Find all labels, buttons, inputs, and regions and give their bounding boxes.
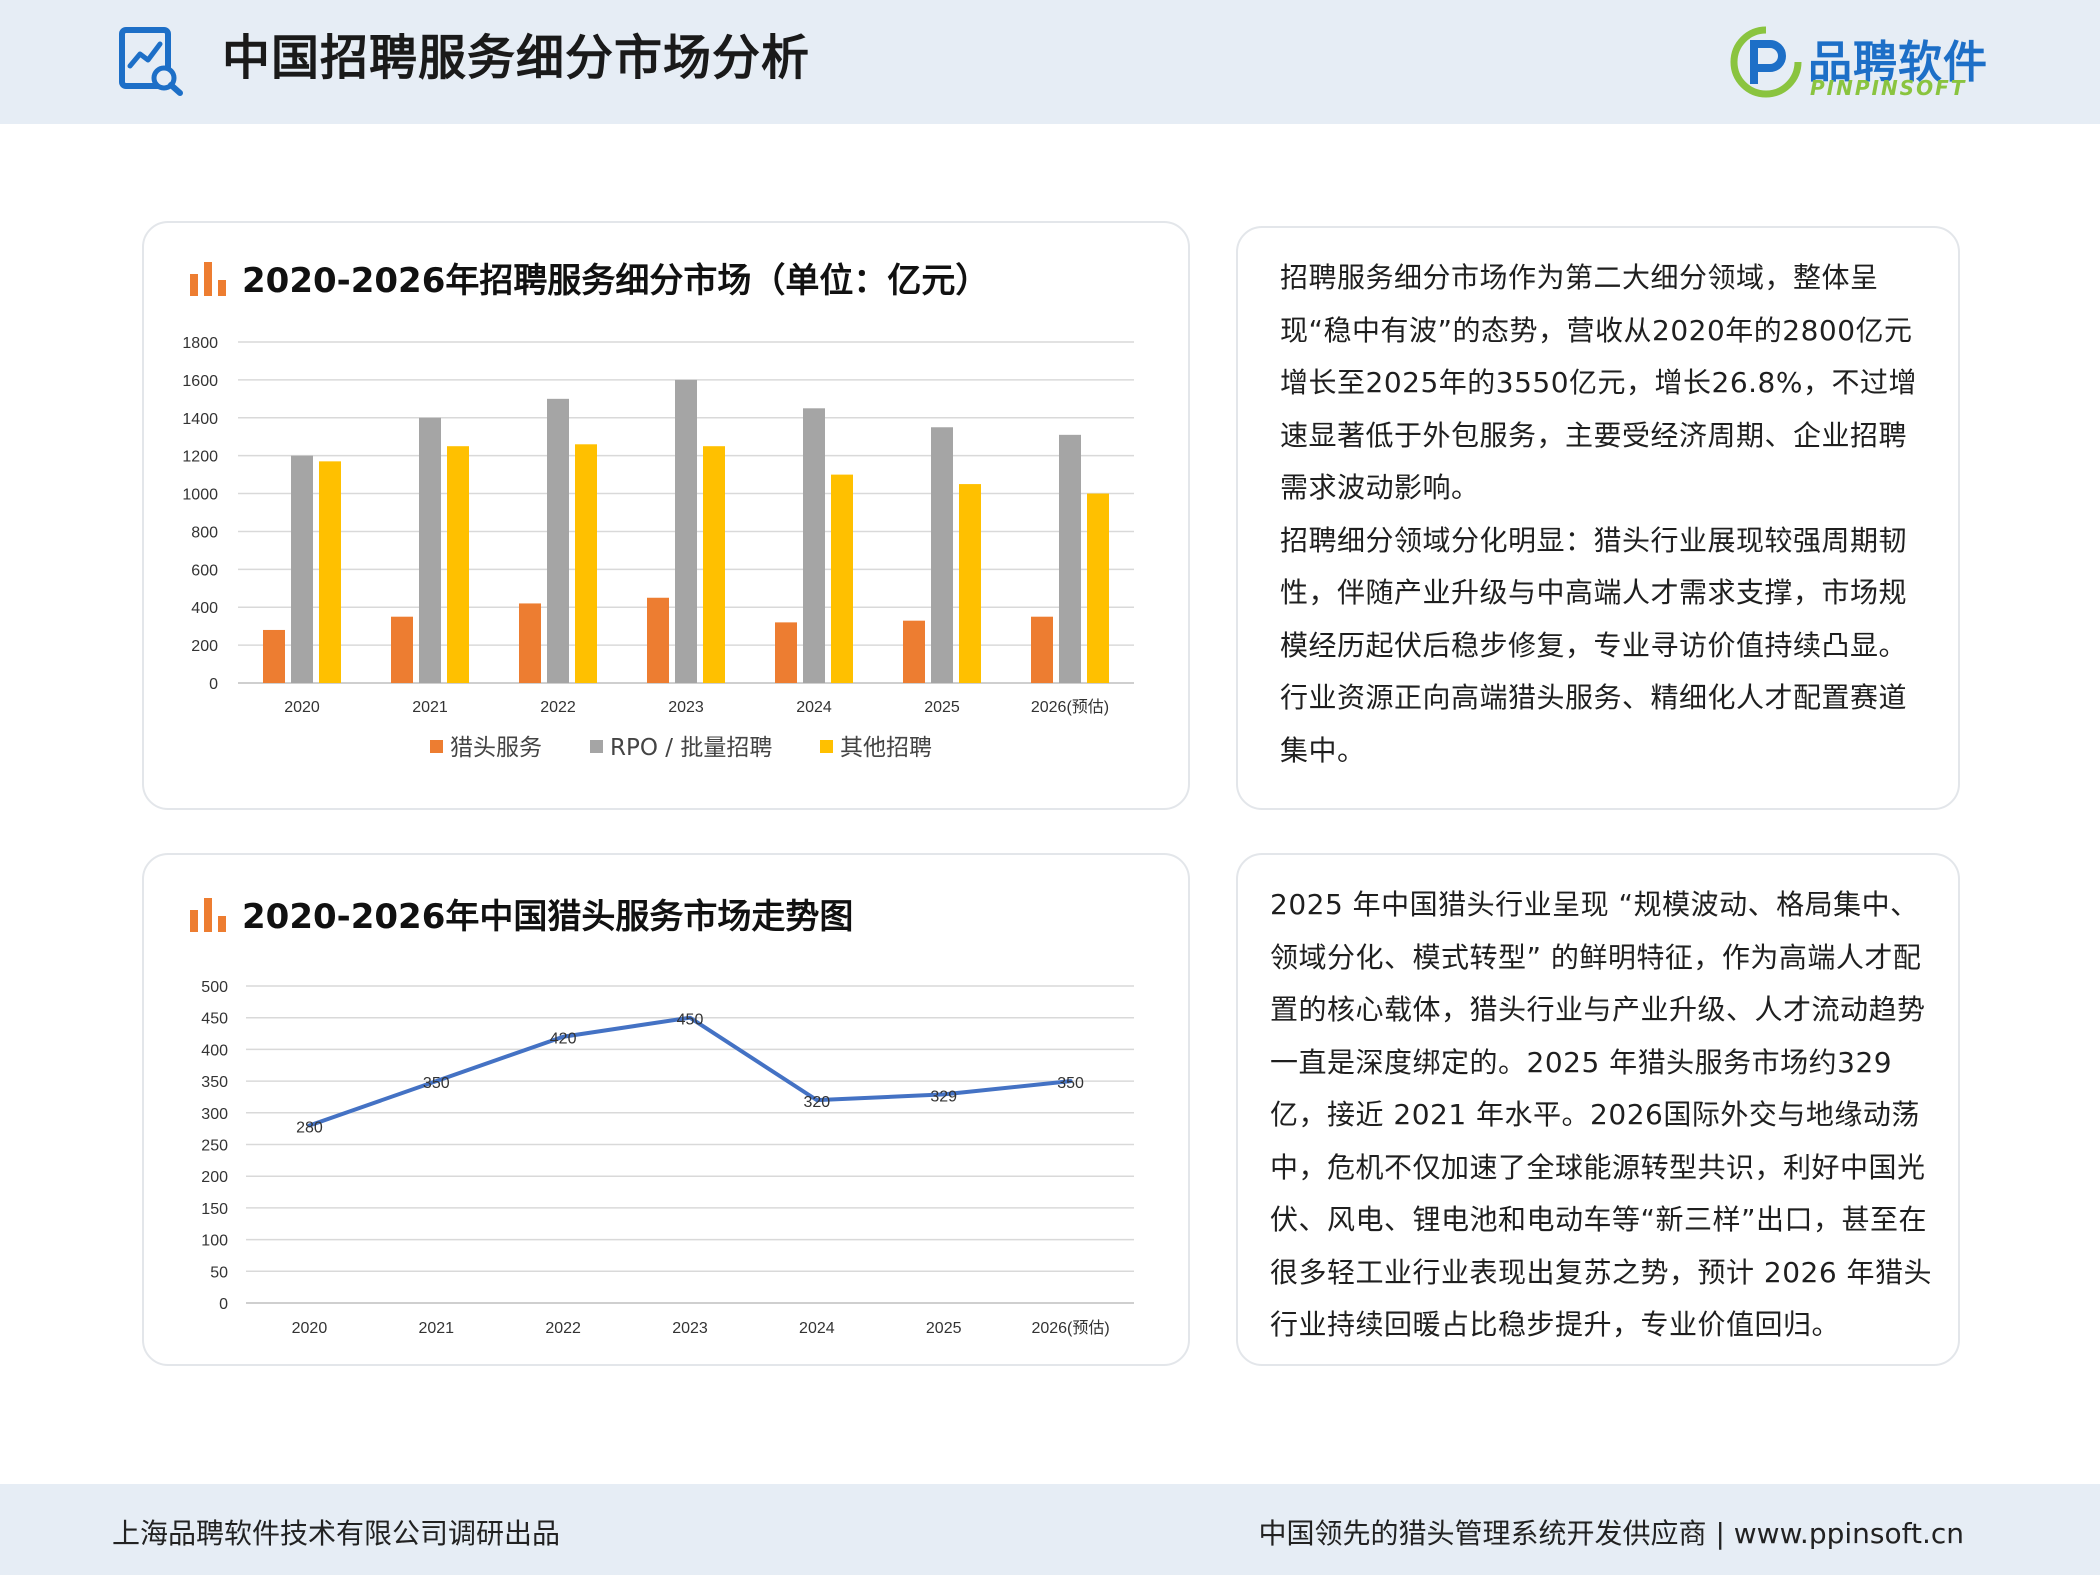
footer-publisher: 上海品聘软件技术有限公司调研出品 xyxy=(112,1517,561,1550)
data-label: 350 xyxy=(423,1075,450,1092)
data-label: 420 xyxy=(550,1031,577,1048)
y-tick-label: 1400 xyxy=(182,411,218,428)
bar-3-2026(预估) xyxy=(1087,493,1109,683)
x-tick-label: 2023 xyxy=(668,699,704,716)
footer-bar: 上海品聘软件技术有限公司调研出品 中国领先的猎头管理系统开发供应商 | www.… xyxy=(0,1484,2100,1575)
bar-2-2021 xyxy=(419,417,441,683)
bar-2-2024 xyxy=(803,408,825,683)
segment-analysis-paragraph-1: 招聘服务细分市场作为第二大细分领域，整体呈现“稳中有波”的态势，营收从2020年… xyxy=(1280,261,1917,504)
x-tick-label: 2023 xyxy=(672,1320,708,1337)
y-tick-label: 1000 xyxy=(182,487,218,504)
legend-swatch xyxy=(430,740,443,753)
segment-analysis-paragraph-2: 招聘细分领域分化明显：猎头行业展现较强周期韧性，伴随产业升级与中高端人才需求支撑… xyxy=(1280,523,1908,767)
legend-label: 其他招聘 xyxy=(840,735,932,761)
y-tick-label: 1200 xyxy=(182,449,218,466)
x-tick-label: 2020 xyxy=(284,699,320,716)
bar-3-2025 xyxy=(959,484,981,683)
bar-1-2024 xyxy=(775,622,797,683)
brand-logo: 品聘软件 PINPINSOFT xyxy=(1728,22,1988,102)
y-tick-label: 200 xyxy=(191,638,218,655)
data-label: 320 xyxy=(804,1094,831,1111)
bar-1-2020 xyxy=(263,629,285,683)
legend-label: 猎头服务 xyxy=(450,735,542,761)
y-tick-label: 400 xyxy=(201,1042,228,1059)
legend-swatch xyxy=(820,740,833,753)
trend-line xyxy=(307,1015,1073,1128)
data-label: 350 xyxy=(1057,1075,1084,1092)
y-tick-label: 800 xyxy=(191,524,218,541)
x-tick-label: 2022 xyxy=(545,1320,581,1337)
headhunting-analysis-text-card: 2025 年中国猎头行业呈现 “规模波动、格局集中、领域分化、模式转型” 的鲜明… xyxy=(1236,853,1960,1366)
headhunting-line-chart: 0 50 100 150 200 250 300 350 400 450 500 280 2020 350… xyxy=(201,979,1134,1337)
data-label: 280 xyxy=(296,1119,323,1136)
x-tick-label: 2020 xyxy=(292,1320,328,1337)
bar-1-2021 xyxy=(391,616,413,683)
y-tick-label: 0 xyxy=(209,676,218,693)
y-tick-label: 200 xyxy=(201,1169,228,1186)
footer-tagline: 中国领先的猎头管理系统开发供应商 | www.ppinsoft.cn xyxy=(1258,1517,1964,1550)
bar-1-2025 xyxy=(903,620,925,683)
brand-name-en: PINPINSOFT xyxy=(1810,76,1967,100)
y-tick-label: 150 xyxy=(201,1201,228,1218)
x-tick-label: 2021 xyxy=(418,1320,454,1337)
bar-2-2020 xyxy=(291,455,313,683)
bar-1-2026(预估) xyxy=(1031,616,1053,683)
segment-analysis-text-card: 招聘服务细分市场作为第二大细分领域，整体呈现“稳中有波”的态势，营收从2020年… xyxy=(1236,226,1960,810)
y-tick-label: 100 xyxy=(201,1233,228,1250)
x-tick-label: 2021 xyxy=(412,699,448,716)
chart-search-icon xyxy=(119,27,183,96)
y-tick-label: 450 xyxy=(201,1011,228,1028)
bar-3-2021 xyxy=(447,446,469,683)
header-bar: 中国招聘服务细分市场分析 品聘软件 PINPINSOFT xyxy=(0,0,2100,124)
x-tick-label: 2024 xyxy=(796,699,832,716)
x-tick-label: 2026(预估) xyxy=(1031,1319,1109,1337)
bar-1-2023 xyxy=(647,597,669,683)
page-title: 中国招聘服务细分市场分析 xyxy=(222,30,811,86)
bar-2-2026(预估) xyxy=(1059,434,1081,683)
bar-3-2022 xyxy=(575,444,597,683)
x-tick-label: 2022 xyxy=(540,699,576,716)
legend-label: RPO / 批量招聘 xyxy=(610,735,772,761)
y-tick-label: 300 xyxy=(201,1106,228,1123)
x-tick-label: 2025 xyxy=(926,1320,962,1337)
y-tick-label: 350 xyxy=(201,1074,228,1091)
y-tick-label: 500 xyxy=(201,979,228,996)
legend-swatch xyxy=(590,740,603,753)
segment-bar-chart: 0 200 400 600 800 1000 1200 1400 1600 1800 2020 202… xyxy=(182,335,1134,761)
bar-2-2022 xyxy=(547,398,569,683)
y-tick-label: 0 xyxy=(219,1296,228,1313)
x-tick-label: 2026(预估) xyxy=(1031,698,1109,716)
market-segment-chart-card: 2020-2026年招聘服务细分市场（单位：亿元） 0 200 400 600 800 1… xyxy=(142,221,1190,810)
bar-2-2023 xyxy=(675,379,697,683)
bar-2-2025 xyxy=(931,427,953,683)
y-tick-label: 600 xyxy=(191,562,218,579)
data-label: 329 xyxy=(930,1088,957,1105)
bar-3-2024 xyxy=(831,474,853,683)
bar-3-2020 xyxy=(319,461,341,683)
headhunting-analysis-paragraph: 2025 年中国猎头行业呈现 “规模波动、格局集中、领域分化、模式转型” 的鲜明… xyxy=(1270,888,1933,1341)
y-tick-label: 250 xyxy=(201,1138,228,1155)
y-tick-label: 400 xyxy=(191,600,218,617)
y-tick-label: 1600 xyxy=(182,373,218,390)
bar-1-2022 xyxy=(519,603,541,683)
data-label: 450 xyxy=(677,1012,704,1029)
y-tick-label: 50 xyxy=(210,1264,228,1281)
bar-3-2023 xyxy=(703,446,725,683)
x-tick-label: 2024 xyxy=(799,1320,835,1337)
brand-logo-icon xyxy=(1730,26,1802,98)
headhunting-trend-chart-card: 2020-2026年中国猎头服务市场走势图 0 50 100 150 200 250 300… xyxy=(142,853,1190,1366)
y-tick-label: 1800 xyxy=(182,335,218,352)
x-tick-label: 2025 xyxy=(924,699,960,716)
